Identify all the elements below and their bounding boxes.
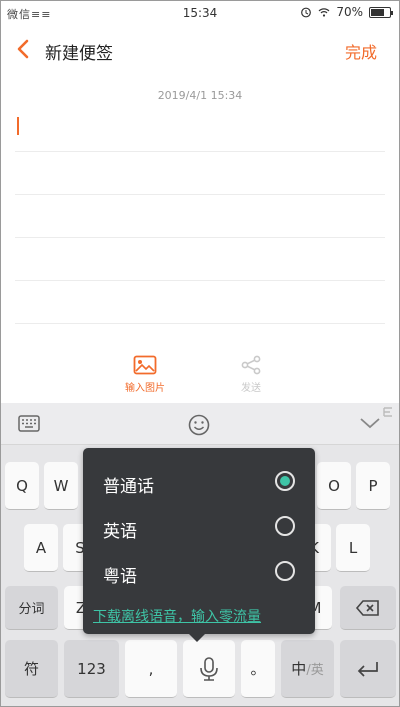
- voice-language-popup: 普通话英语粤语 下载离线语音，输入零流量: [83, 448, 315, 642]
- battery-fill: [371, 8, 384, 16]
- image-icon: [133, 355, 157, 375]
- language-option-label: 英语: [103, 522, 137, 542]
- segment-key[interactable]: 分词: [5, 586, 58, 630]
- note-line: [15, 151, 385, 152]
- note-line: [15, 280, 385, 281]
- share-button[interactable]: 发送: [211, 355, 291, 394]
- done-button[interactable]: 完成: [345, 39, 377, 63]
- share-label: 发送: [241, 383, 261, 394]
- language-option-label: 普通话: [103, 477, 154, 497]
- back-arrow-icon[interactable]: [13, 37, 35, 61]
- wifi-icon: [318, 8, 330, 17]
- radio-selected-icon[interactable]: [275, 471, 295, 491]
- key-p[interactable]: P: [356, 462, 390, 510]
- enter-icon: [357, 661, 378, 677]
- note-line: [15, 237, 385, 238]
- key-a[interactable]: A: [24, 524, 58, 572]
- backspace-key[interactable]: [340, 586, 396, 630]
- key-q[interactable]: Q: [5, 462, 39, 510]
- emoji-icon[interactable]: [187, 413, 211, 437]
- note-line: [15, 194, 385, 195]
- language-switch-key[interactable]: 中/英: [281, 640, 334, 698]
- note-line: [15, 323, 385, 324]
- app-header: 新建便签 完成: [1, 27, 399, 73]
- key-w[interactable]: W: [44, 462, 78, 510]
- screen: 微信≡≡ 15:34 70% 新建便签 完成 2019/4/1 15:34 输入…: [0, 0, 400, 707]
- language-option[interactable]: 粤语: [101, 558, 295, 588]
- lang-cn-label: 中: [291, 660, 307, 678]
- backspace-icon: [355, 599, 379, 616]
- enter-key[interactable]: [340, 640, 396, 698]
- status-right: 70%: [300, 5, 393, 19]
- alarm-icon: [301, 7, 312, 18]
- battery-icon: [369, 6, 393, 18]
- text-cursor: [17, 117, 19, 135]
- insert-image-label: 输入图片: [125, 383, 165, 394]
- comma-key[interactable]: ,: [125, 640, 177, 698]
- note-toolbar: 输入图片 发送: [1, 351, 399, 403]
- radio-unselected-icon[interactable]: [275, 516, 295, 536]
- battery-percent: 70%: [336, 5, 363, 19]
- page-title: 新建便签: [45, 44, 113, 64]
- download-offline-voice-link[interactable]: 下载离线语音，输入零流量: [93, 606, 309, 626]
- key-l[interactable]: L: [336, 524, 370, 572]
- note-editor[interactable]: 2019/4/1 15:34: [1, 73, 399, 353]
- language-option[interactable]: 普通话: [101, 468, 295, 498]
- key-o[interactable]: O: [317, 462, 351, 510]
- lang-en-label: /英: [306, 663, 324, 678]
- symbol-key[interactable]: 符: [5, 640, 58, 698]
- language-option[interactable]: 英语: [101, 513, 295, 543]
- note-date: 2019/4/1 15:34: [157, 89, 243, 102]
- voice-key[interactable]: [183, 640, 235, 698]
- collapse-keyboard-icon[interactable]: [357, 413, 383, 433]
- microphone-icon: [200, 656, 218, 681]
- language-option-label: 粤语: [103, 567, 137, 587]
- brand-icon: [383, 407, 392, 417]
- period-key[interactable]: 。: [241, 640, 275, 698]
- insert-image-button[interactable]: 输入图片: [105, 355, 185, 394]
- keyboard-icon[interactable]: [17, 413, 41, 435]
- share-icon: [241, 355, 261, 375]
- number-key[interactable]: 123: [64, 640, 119, 698]
- keyboard-toolbar: [1, 403, 399, 445]
- radio-unselected-icon[interactable]: [275, 561, 295, 581]
- status-bar: 微信≡≡ 15:34 70%: [1, 1, 399, 27]
